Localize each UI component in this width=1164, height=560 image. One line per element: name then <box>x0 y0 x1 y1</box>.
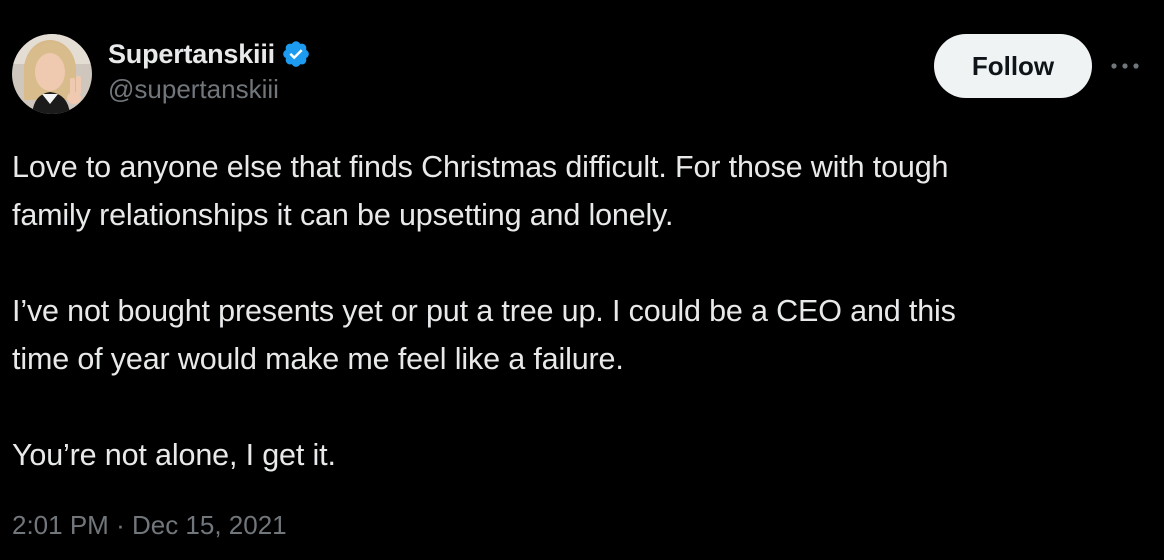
avatar-image <box>12 34 92 114</box>
tweet-card: Supertanskiii @supertanskiii Follow Love… <box>0 0 1164 560</box>
author-handle[interactable]: @supertanskiii <box>108 74 311 105</box>
timestamp-separator: · <box>116 510 125 540</box>
display-name[interactable]: Supertanskiii <box>108 39 275 70</box>
name-row: Supertanskiii <box>108 36 311 72</box>
tweet-paragraph: Love to anyone else that finds Christmas… <box>12 143 1152 239</box>
tweet-text: Love to anyone else that finds Christmas… <box>12 143 1152 479</box>
tweet-line: family relationships it can be upsetting… <box>12 198 674 232</box>
tweet-line: You’re not alone, I get it. <box>12 438 336 472</box>
tweet-date: Dec 15, 2021 <box>131 510 287 540</box>
more-horizontal-icon[interactable] <box>1108 52 1142 80</box>
follow-button[interactable]: Follow <box>934 34 1092 98</box>
tweet-timestamp[interactable]: 2:01 PM · Dec 15, 2021 <box>12 510 287 541</box>
avatar[interactable] <box>12 34 92 114</box>
author-info: Supertanskiii @supertanskiii <box>108 36 311 105</box>
tweet-line: Love to anyone else that finds Christmas… <box>12 150 949 184</box>
verified-badge-icon <box>281 39 311 69</box>
tweet-line: I’ve not bought presents yet or put a tr… <box>12 294 956 328</box>
tweet-paragraph: I’ve not bought presents yet or put a tr… <box>12 287 1152 383</box>
tweet-line: time of year would make me feel like a f… <box>12 342 624 376</box>
tweet-time: 2:01 PM <box>12 510 109 540</box>
tweet-paragraph: You’re not alone, I get it. <box>12 431 1152 479</box>
